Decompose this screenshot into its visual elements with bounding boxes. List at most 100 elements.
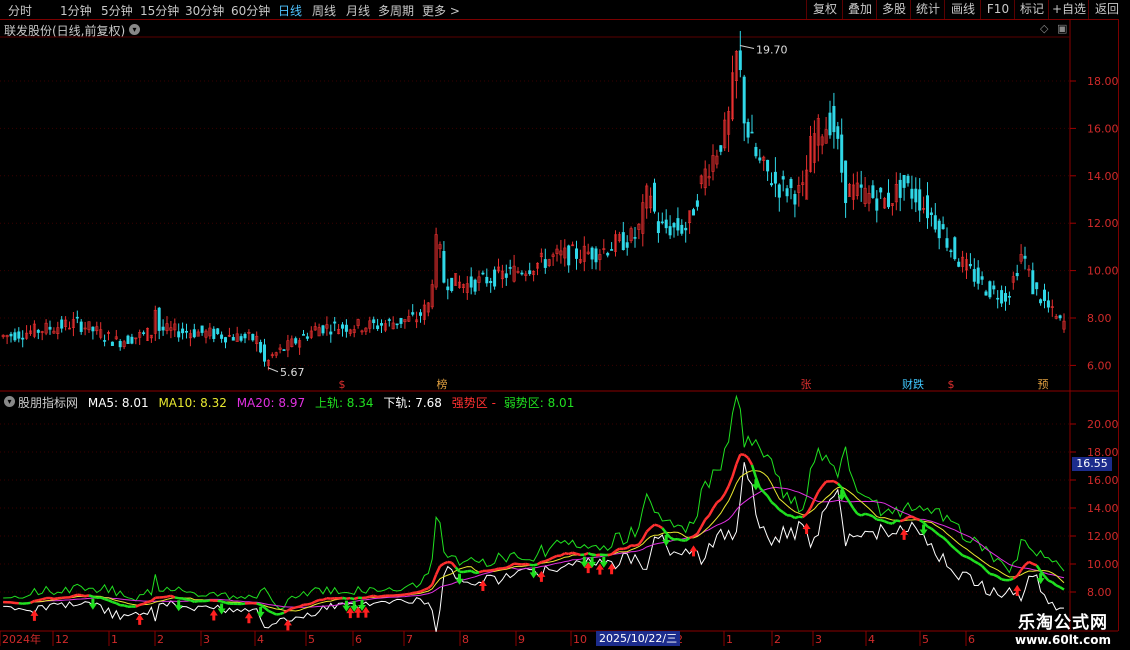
price-tick-label: 8.00 xyxy=(1087,312,1112,325)
ma5-zone-segment xyxy=(778,508,784,514)
candle-body xyxy=(610,249,614,251)
ma5-zone-segment xyxy=(135,603,141,608)
ma5-zone-segment xyxy=(84,594,90,598)
ma5-zone-segment xyxy=(884,520,889,525)
candle-body xyxy=(750,131,754,134)
ma20-line xyxy=(3,486,1065,608)
ma5-zone-segment xyxy=(708,507,715,517)
candle-body xyxy=(212,328,216,339)
candle-body xyxy=(633,237,637,239)
candle-body xyxy=(520,272,524,275)
ma5-zone-segment xyxy=(322,597,328,602)
candle-body xyxy=(1023,255,1027,259)
ma5-zone-segment xyxy=(123,604,129,608)
ma5-zone-segment xyxy=(353,596,359,601)
candle-body xyxy=(933,215,937,230)
ma5-zone-segment xyxy=(973,560,979,565)
ma5-zone-segment xyxy=(342,596,347,600)
ma5-zone-segment xyxy=(805,507,812,515)
ma5-zone-segment xyxy=(669,536,675,541)
candle-body xyxy=(493,269,497,287)
ma5-zone-segment xyxy=(544,558,550,563)
ma5-zone-segment xyxy=(689,535,694,539)
watermark-url: www.60lt.com xyxy=(1014,633,1112,647)
ma5-zone-segment xyxy=(677,537,683,542)
ma5-zone-segment xyxy=(790,514,796,520)
time-tick-label: 1 xyxy=(111,633,118,646)
candle-body xyxy=(1035,282,1039,290)
ma5-zone-segment xyxy=(774,504,781,511)
ma5-zone-segment xyxy=(587,551,593,556)
ma5-zone-segment xyxy=(221,600,226,604)
chevron-down-icon[interactable]: ▾ xyxy=(4,396,15,407)
ma5-zone-segment xyxy=(957,551,964,557)
buy-arrow-icon xyxy=(209,609,218,621)
candle-body xyxy=(220,334,224,339)
time-tick-label: 5 xyxy=(308,633,315,646)
lower-band-line xyxy=(3,462,1065,632)
ma5-zone-segment xyxy=(295,605,300,609)
candle-body xyxy=(758,157,762,161)
time-tick-label: 4 xyxy=(257,633,264,646)
ma5-zone-segment xyxy=(953,547,960,554)
candle-body xyxy=(836,126,840,139)
candle-body xyxy=(879,187,883,193)
ma5-zone-segment xyxy=(649,523,656,529)
time-tick-label: 4 xyxy=(868,633,875,646)
ma5-zone-segment xyxy=(1028,560,1034,565)
ma5-zone-segment xyxy=(1024,560,1030,567)
candle-body xyxy=(676,218,680,231)
candle-body xyxy=(941,224,945,230)
candle-body xyxy=(118,341,122,348)
indicator-tick-label: 20.00 xyxy=(1087,418,1119,431)
candle-body xyxy=(243,333,247,339)
candle-body xyxy=(48,326,52,330)
candle-body xyxy=(793,194,797,205)
ma5-zone-segment xyxy=(486,569,491,573)
ma5-zone-segment xyxy=(880,518,885,523)
ma5-zone-segment xyxy=(942,536,948,542)
ma10-line xyxy=(3,470,1065,612)
ma5-zone-segment xyxy=(69,594,74,599)
ma5-zone-segment xyxy=(100,596,106,601)
candle-body xyxy=(75,316,79,319)
ma5-zone-segment xyxy=(408,591,414,596)
ma5-zone-segment xyxy=(583,551,589,556)
ma5-zone-segment xyxy=(474,571,480,575)
indicator-legend: 股朋指标网 MA5: 8.01 MA10: 8.32 MA20: 8.97 上轨… xyxy=(18,394,580,411)
ma5-zone-segment xyxy=(427,583,434,590)
candle-body xyxy=(996,297,1000,300)
candle-body xyxy=(399,317,403,324)
candle-body xyxy=(142,332,146,334)
candle-body xyxy=(781,176,785,180)
candle-body xyxy=(691,209,695,216)
ma5-zone-segment xyxy=(946,540,952,547)
ma5-zone-segment xyxy=(150,596,157,602)
ma5-zone-segment xyxy=(809,499,816,509)
ma5-zone-segment xyxy=(572,551,577,556)
ma5-zone-segment xyxy=(930,527,937,533)
ma5-zone-segment xyxy=(985,569,991,575)
ma5-zone-segment xyxy=(205,599,211,603)
candle-body xyxy=(321,325,325,334)
ma5-zone-segment xyxy=(911,515,917,520)
candle-body xyxy=(1007,295,1011,298)
candle-body xyxy=(259,341,263,353)
ma5-zone-segment xyxy=(833,480,839,485)
candle-body xyxy=(418,312,422,316)
ma5-zone-segment xyxy=(217,599,222,603)
candlestick-chart[interactable]: 18.0016.0014.0012.0010.008.006.0020.0018… xyxy=(0,0,1130,650)
candle-body xyxy=(742,76,746,124)
time-tick-label: 2 xyxy=(157,633,164,646)
ma5-zone-segment xyxy=(513,562,519,566)
ma5-zone-segment xyxy=(1059,586,1065,591)
right-scroll-strip[interactable] xyxy=(1118,19,1130,631)
candle-body xyxy=(984,291,988,296)
candle-body xyxy=(282,349,286,351)
candle-body xyxy=(777,184,781,198)
candle-body xyxy=(185,330,189,333)
ma5-zone-segment xyxy=(661,527,668,534)
event-marker: $ xyxy=(948,378,955,391)
ma5-zone-segment xyxy=(541,559,546,564)
candle-body xyxy=(504,273,508,278)
